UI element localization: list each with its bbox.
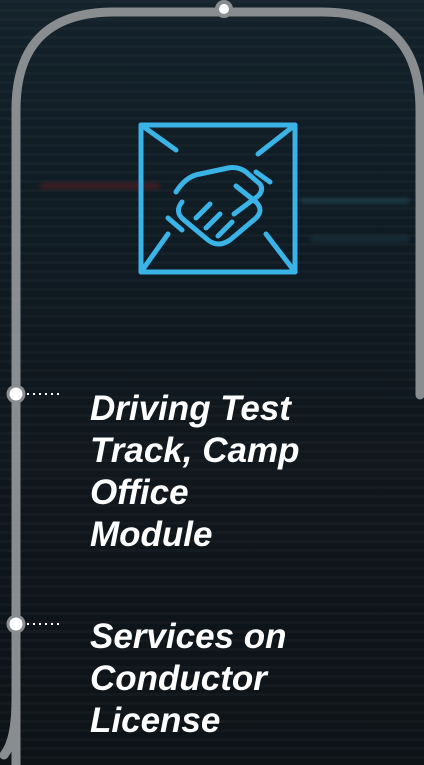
- frame-left-edge: [0, 390, 21, 760]
- list-item-label: Services on Conductor License: [90, 617, 287, 740]
- slide-panel: Driving Test Track, Camp Office Module S…: [0, 0, 424, 765]
- top-connector-icon: [215, 0, 233, 18]
- circle-bullet-icon: [6, 384, 26, 404]
- handshake-envelope-icon: [138, 122, 298, 275]
- list-item-label: Driving Test Track, Camp Office Module: [90, 389, 300, 554]
- circle-bullet-icon: [6, 614, 26, 634]
